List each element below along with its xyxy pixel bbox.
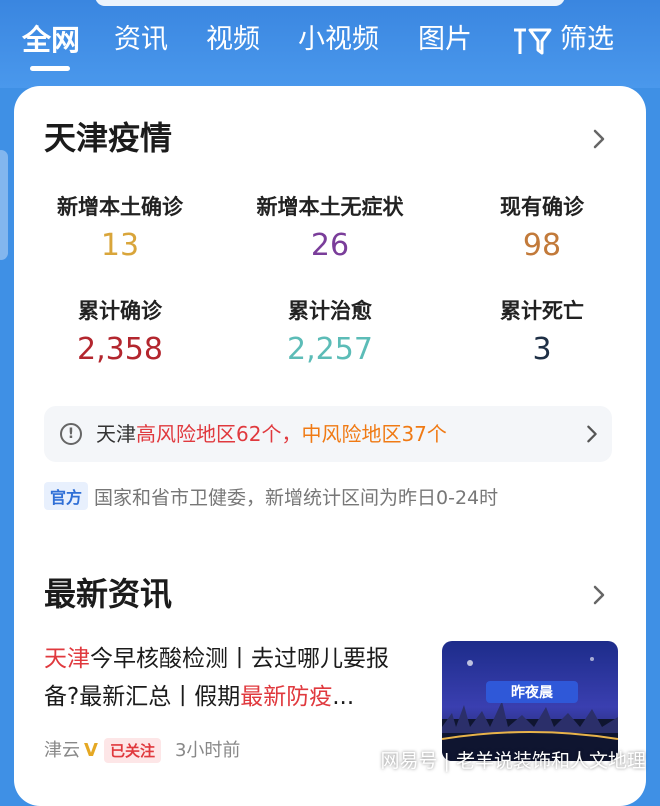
- high-risk-count: 高风险地区62个: [136, 422, 282, 446]
- news-thumbnail[interactable]: 昨夜晨: [442, 641, 618, 761]
- chevron-right-icon[interactable]: [588, 584, 610, 606]
- verified-icon: V: [84, 740, 98, 761]
- stat-label: 累计治愈: [288, 299, 372, 323]
- news-headline-link[interactable]: 天津今早核酸检测丨去过哪儿要报备?最新汇总丨假期最新防疫...: [44, 640, 424, 716]
- thumbnail-image: 昨夜晨: [442, 641, 618, 761]
- news-source[interactable]: 津云: [44, 740, 80, 761]
- tab-images[interactable]: 图片: [418, 20, 472, 60]
- official-badge: 官方: [44, 482, 89, 510]
- info-icon: !: [60, 423, 82, 445]
- chevron-right-icon[interactable]: [588, 128, 610, 150]
- filter-label: 筛选: [560, 24, 614, 55]
- latest-news-title[interactable]: 最新资讯: [44, 574, 172, 614]
- stat-new-local-confirmed: 新增本土确诊 13: [20, 192, 220, 268]
- stat-value: 13: [100, 228, 140, 263]
- stat-label: 累计死亡: [500, 299, 584, 323]
- stat-label: 现有确诊: [500, 195, 584, 219]
- watermark: 网易号 | 老羊说装饰和人文地理: [380, 750, 646, 772]
- followed-badge: 已关注: [103, 738, 161, 763]
- tab-short-video[interactable]: 小视频: [298, 20, 379, 60]
- stat-new-local-asymptomatic: 新增本土无症状 26: [230, 192, 430, 268]
- stat-label: 新增本土确诊: [57, 195, 183, 219]
- stat-value: 26: [310, 228, 350, 263]
- stat-label: 累计确诊: [78, 299, 162, 323]
- stat-value: 2,257: [287, 332, 373, 367]
- news-meta: 津云 V 已关注 3小时前: [44, 736, 240, 764]
- funnel-icon: [514, 28, 552, 54]
- result-card: 天津疫情 新增本土确诊 13 新增本土无症状 26 现有确诊 98 累计确诊 2…: [14, 86, 646, 806]
- chevron-right-icon: [587, 425, 597, 443]
- tab-news[interactable]: 资讯: [114, 20, 168, 60]
- stat-total-confirmed: 累计确诊 2,358: [20, 296, 220, 372]
- stat-value: 2,358: [77, 332, 163, 367]
- risk-separator: ，: [281, 422, 302, 446]
- top-nav-bar: 全网 资讯 视频 小视频 图片 筛选: [0, 0, 660, 88]
- epidemic-title[interactable]: 天津疫情: [44, 118, 172, 158]
- risk-city: 天津: [96, 422, 136, 446]
- headline-ellipsis: ...: [332, 684, 355, 710]
- active-tab-indicator: [30, 66, 70, 71]
- stat-current-confirmed: 现有确诊 98: [442, 192, 642, 268]
- stat-value: 98: [522, 228, 562, 263]
- risk-area-text: 天津高风险地区62个，中风险地区37个: [96, 406, 447, 462]
- tab-video[interactable]: 视频: [206, 20, 260, 60]
- headline-highlight: 最新防疫: [240, 684, 333, 710]
- filter-button[interactable]: 筛选: [512, 20, 614, 60]
- search-bar-edge[interactable]: [95, 0, 565, 6]
- stat-label: 新增本土无症状: [256, 195, 404, 219]
- stat-value: 3: [532, 332, 552, 367]
- side-panel-edge: [0, 150, 8, 260]
- tab-all[interactable]: 全网: [22, 20, 80, 60]
- stat-total-recovered: 累计治愈 2,257: [230, 296, 430, 372]
- news-time: 3小时前: [174, 740, 241, 761]
- data-source-line: 官方 国家和省市卫健委，新增统计区间为昨日0-24时: [44, 482, 498, 512]
- source-text: 国家和省市卫健委，新增统计区间为昨日0-24时: [94, 486, 499, 509]
- mid-risk-count: 中风险地区37个: [301, 422, 447, 446]
- headline-highlight: 天津: [44, 646, 90, 672]
- thumbnail-caption: 昨夜晨: [511, 684, 554, 701]
- stat-total-deaths: 累计死亡 3: [442, 296, 642, 372]
- risk-area-banner[interactable]: ! 天津高风险地区62个，中风险地区37个: [44, 406, 612, 462]
